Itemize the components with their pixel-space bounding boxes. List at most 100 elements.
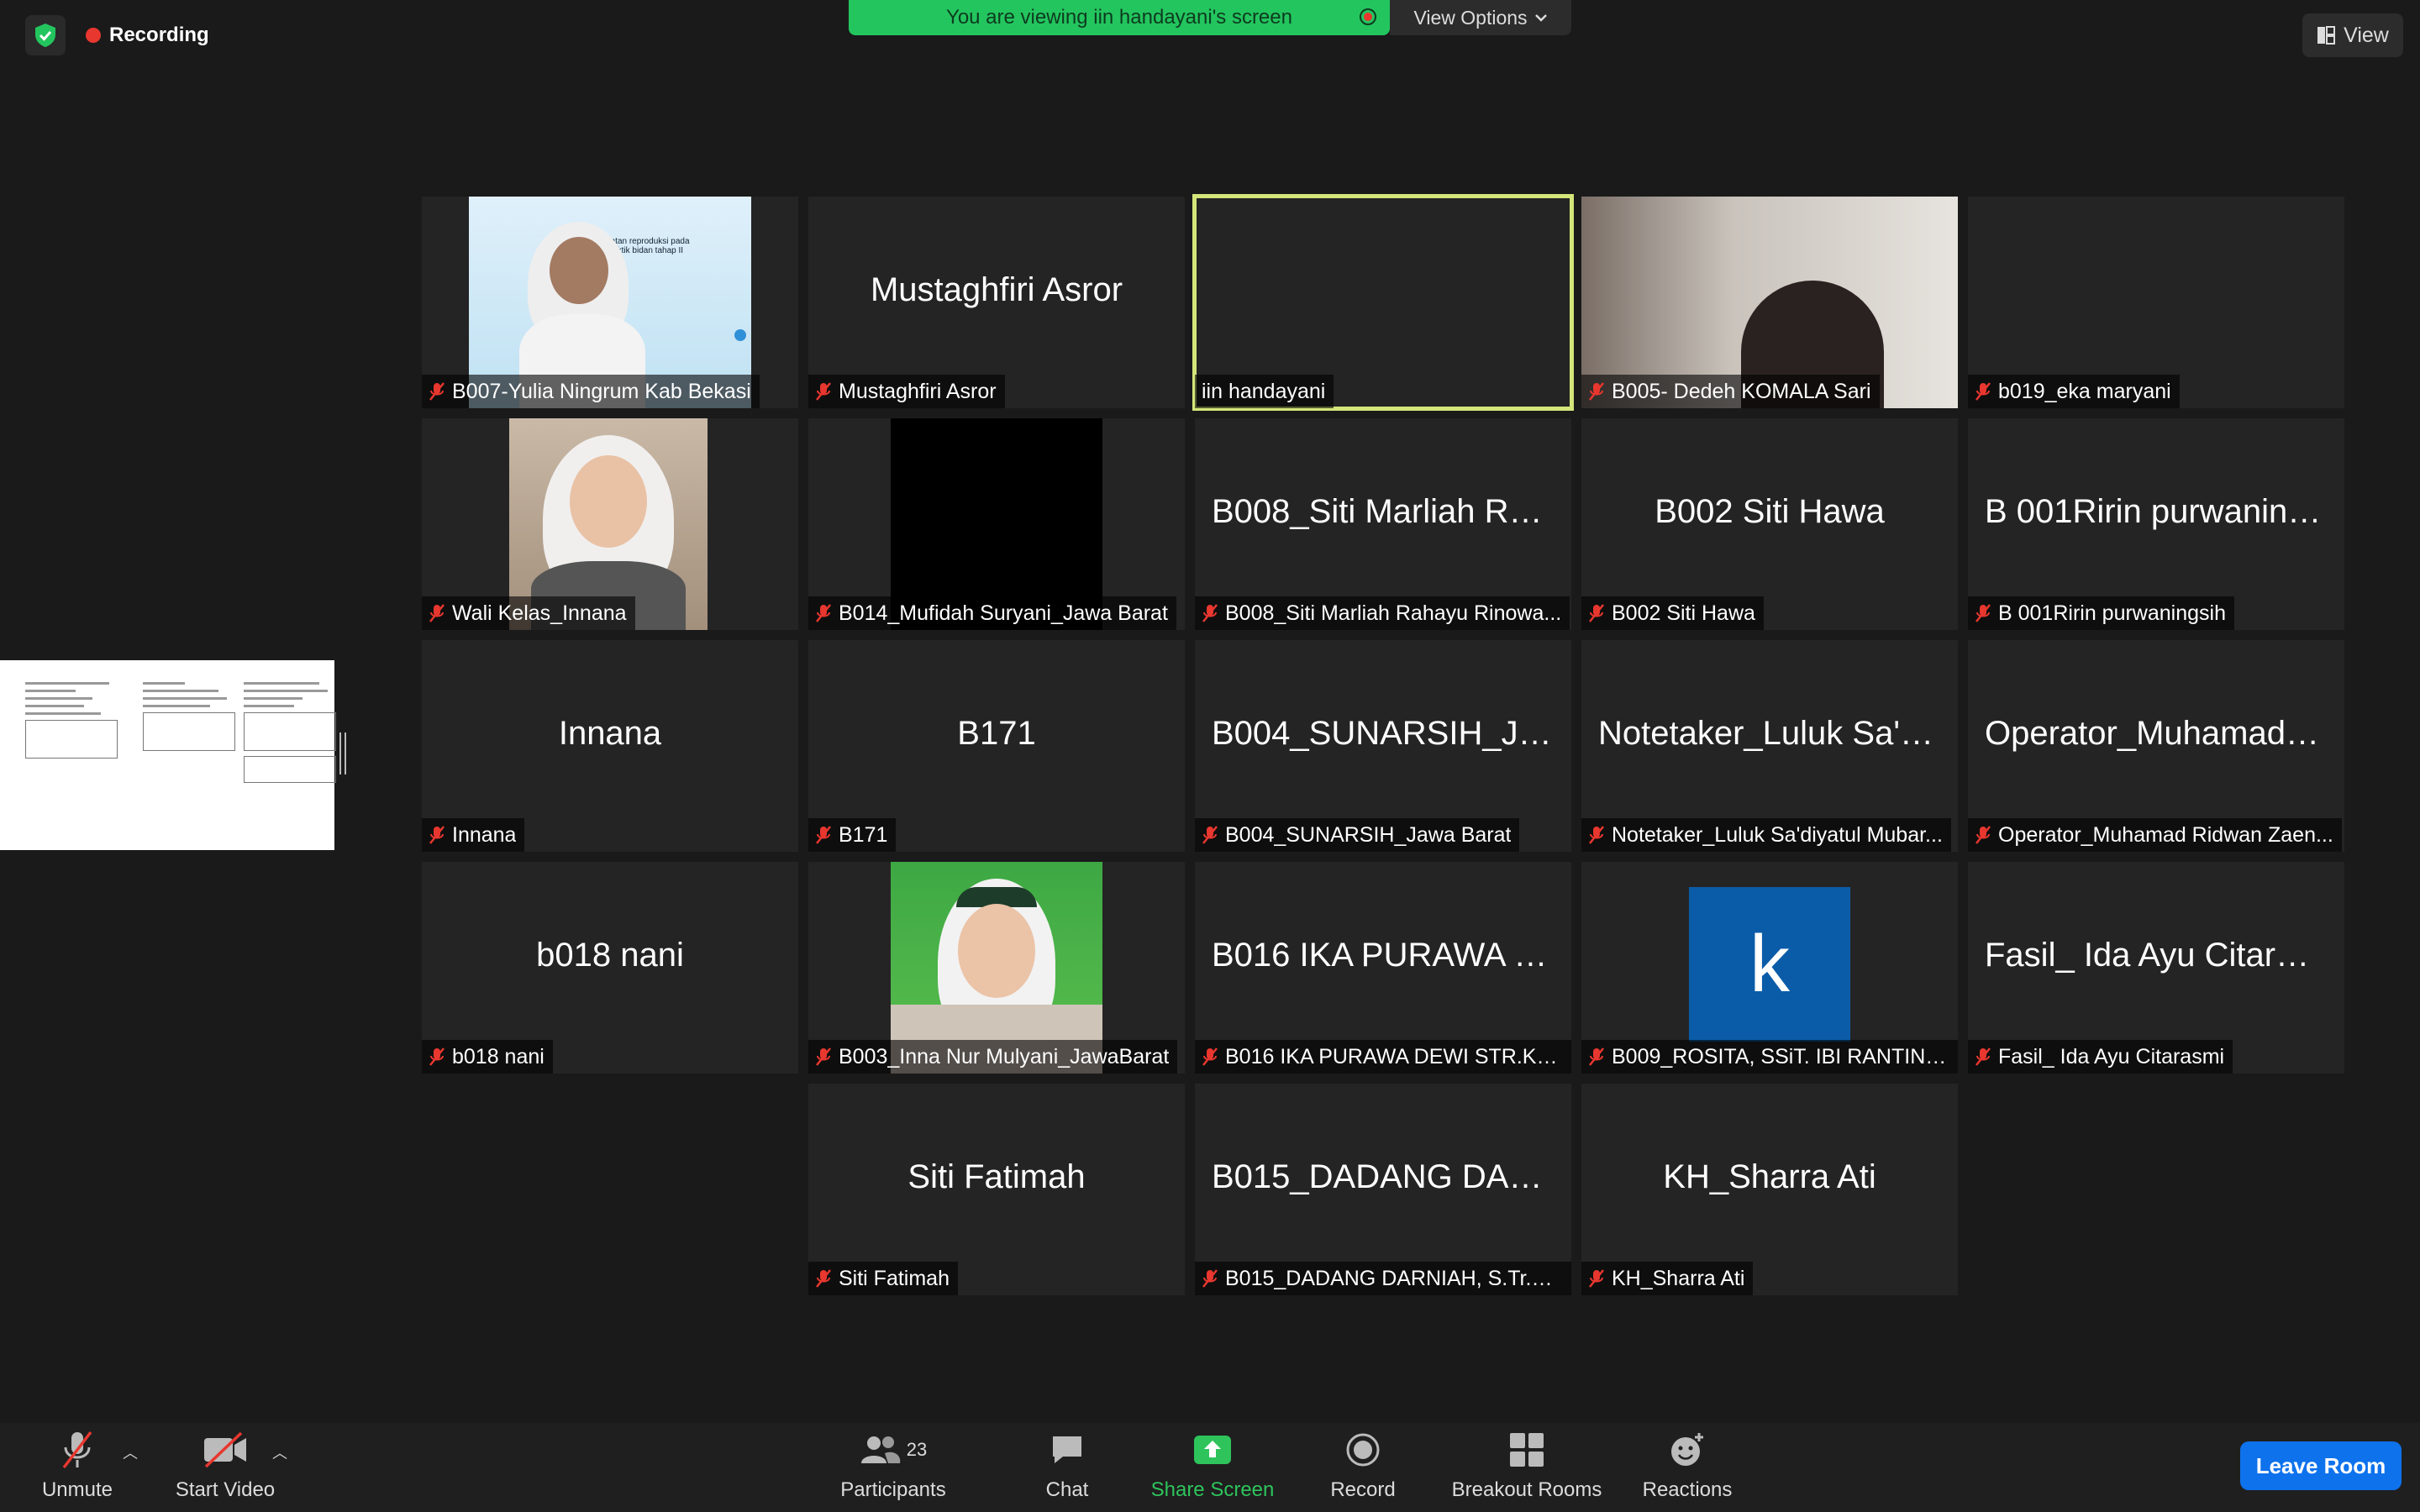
reactions-button[interactable]: Reactions <box>1637 1423 1738 1512</box>
chat-button[interactable]: Chat <box>1040 1423 1094 1512</box>
participant-label: B016 IKA PURAWA DEWI STR.KE... <box>1195 1040 1571 1074</box>
reactions-label: Reactions <box>1642 1478 1733 1501</box>
video-tile[interactable]: Mustaghfiri Asror Mustaghfiri Asror <box>808 197 1185 408</box>
participant-label: B008_Siti Marliah Rahayu Rinowa... <box>1195 596 1570 630</box>
muted-mic-icon <box>1589 1047 1604 1066</box>
video-tile-active-speaker[interactable]: iin handayani <box>1192 194 1574 411</box>
participant-label: B007-Yulia Ningrum Kab Bekasi <box>422 375 760 408</box>
meeting-toolbar: Unmute ︿ Start Video ︿ 23 Participants C… <box>0 1423 2420 1512</box>
muted-mic-icon <box>1202 1269 1218 1288</box>
participant-label: Wali Kelas_Innana <box>422 596 635 630</box>
breakout-rooms-icon <box>1508 1428 1545 1472</box>
participant-label: KH_Sharra Ati <box>1581 1262 1754 1295</box>
muted-mic-icon <box>1589 1269 1604 1288</box>
participant-label: Notetaker_Luluk Sa'diyatul Mubar... <box>1581 818 1951 852</box>
video-tile[interactable]: B005- Dedeh KOMALA Sari <box>1581 197 1958 408</box>
record-button[interactable]: Record <box>1326 1423 1400 1512</box>
slide-column <box>143 677 235 751</box>
participant-big-name: KH_Sharra Ati <box>1663 1158 1876 1195</box>
view-options-button[interactable]: View Options <box>1390 0 1571 35</box>
video-tile[interactable]: Fasil_ Ida Ayu Citarasmi Fasil_ Ida Ayu … <box>1968 862 2344 1074</box>
participant-label: Mustaghfiri Asror <box>808 375 1005 408</box>
video-tile[interactable]: Innana Innana <box>422 640 798 852</box>
muted-mic-icon <box>1202 826 1218 844</box>
screen-share-banner: You are viewing iin handayani's screen <box>849 0 1390 35</box>
audio-options-caret-icon[interactable]: ︿ <box>123 1441 138 1463</box>
video-tile[interactable]: k B009_ROSITA, SSiT. IBI RANTING... <box>1581 862 1958 1074</box>
video-tile[interactable]: B003_Inna Nur Mulyani_JawaBarat <box>808 862 1185 1074</box>
participant-label: B014_Mufidah Suryani_Jawa Barat <box>808 596 1176 630</box>
unmute-button[interactable]: Unmute <box>34 1423 121 1512</box>
participant-name: Mustaghfiri Asror <box>839 379 997 403</box>
participants-button[interactable]: 23 Participants <box>832 1423 955 1512</box>
participant-big-name: B002 Siti Hawa <box>1655 492 1885 530</box>
chat-icon <box>1050 1428 1085 1472</box>
video-options-caret-icon[interactable]: ︿ <box>272 1441 287 1463</box>
participant-name: B007-Yulia Ningrum Kab Bekasi <box>452 379 751 403</box>
participant-label: B171 <box>808 818 897 852</box>
muted-mic-icon <box>1589 826 1604 844</box>
video-tile[interactable]: b019_eka maryani <box>1968 197 2344 408</box>
thumbnail-resize-handle[interactable] <box>339 732 346 774</box>
slide-column <box>244 677 336 783</box>
video-tile[interactable]: Notetaker_Luluk Sa'di... Notetaker_Luluk… <box>1581 640 1958 852</box>
video-tile[interactable]: B016 IKA PURAWA D... B016 IKA PURAWA DEW… <box>1195 862 1571 1074</box>
shared-screen-thumbnail[interactable] <box>0 660 336 850</box>
video-off-icon <box>203 1428 248 1472</box>
participant-big-name: B015_DADANG DAR... <box>1212 1158 1555 1195</box>
stop-viewing-icon[interactable] <box>1360 8 1376 25</box>
participant-big-name: Fasil_ Ida Ayu Citarasmi <box>1985 936 2328 974</box>
video-tile[interactable]: B171 B171 <box>808 640 1185 852</box>
start-video-button[interactable]: Start Video <box>170 1423 281 1512</box>
grid-view-icon <box>2317 26 2336 45</box>
muted-mic-icon <box>816 1269 831 1288</box>
participants-icon-wrap: 23 <box>860 1428 927 1472</box>
participant-label: B004_SUNARSIH_Jawa Barat <box>1195 818 1520 852</box>
video-tile[interactable]: Siti Fatimah Siti Fatimah <box>808 1084 1185 1295</box>
muted-mic-icon <box>1589 604 1604 622</box>
participant-big-name: Siti Fatimah <box>908 1158 1086 1195</box>
video-tile[interactable]: Pelatihan kesehatan reproduksi pada pemb… <box>422 197 798 408</box>
muted-mic-icon <box>1589 382 1604 401</box>
participant-name: B016 IKA PURAWA DEWI STR.KE... <box>1225 1044 1563 1068</box>
reactions-icon <box>1669 1428 1706 1472</box>
video-tile[interactable]: Wali Kelas_Innana <box>422 418 798 630</box>
video-tile[interactable]: B014_Mufidah Suryani_Jawa Barat <box>808 418 1185 630</box>
participant-big-name: B 001Ririn purwaning... <box>1985 492 2328 530</box>
video-tile[interactable]: B 001Ririn purwaning... B 001Ririn purwa… <box>1968 418 2344 630</box>
view-button[interactable]: View <box>2302 13 2403 57</box>
participant-big-name: Operator_Muhamad R... <box>1985 714 2328 752</box>
video-tile[interactable]: Operator_Muhamad R... Operator_Muhamad R… <box>1968 640 2344 852</box>
breakout-rooms-button[interactable]: Breakout Rooms <box>1447 1423 1607 1512</box>
video-tile[interactable]: B008_Siti Marliah Ra... B008_Siti Marlia… <box>1195 418 1571 630</box>
participant-name: B005- Dedeh KOMALA Sari <box>1612 379 1871 403</box>
recording-indicator[interactable]: Recording <box>86 22 209 49</box>
participant-big-name: Notetaker_Luluk Sa'di... <box>1598 714 1941 752</box>
leave-room-button[interactable]: Leave Room <box>2240 1441 2402 1490</box>
muted-mic-icon <box>816 604 831 622</box>
video-tile[interactable]: B015_DADANG DAR... B015_DADANG DARNIAH, … <box>1195 1084 1571 1295</box>
participant-name: b019_eka maryani <box>1998 379 2171 403</box>
video-tile[interactable]: B004_SUNARSIH_Ja... B004_SUNARSIH_Jawa B… <box>1195 640 1571 852</box>
share-screen-label: Share Screen <box>1150 1478 1275 1501</box>
view-options-label: View Options <box>1413 6 1528 29</box>
participant-label: iin handayani <box>1195 375 1334 408</box>
security-shield-icon[interactable] <box>25 15 66 55</box>
participant-name: Wali Kelas_Innana <box>452 601 627 625</box>
recording-dot-icon <box>86 28 101 43</box>
video-tile[interactable]: b018 nani b018 nani <box>422 862 798 1074</box>
unmute-label: Unmute <box>41 1478 113 1501</box>
participant-name: B014_Mufidah Suryani_Jawa Barat <box>839 601 1168 625</box>
start-video-label: Start Video <box>175 1478 276 1501</box>
muted-mic-icon <box>1975 604 1991 622</box>
muted-mic-icon <box>816 1047 831 1066</box>
video-tile[interactable]: KH_Sharra Ati KH_Sharra Ati <box>1581 1084 1958 1295</box>
share-screen-button[interactable]: Share Screen <box>1148 1423 1277 1512</box>
participant-label: b019_eka maryani <box>1968 375 2180 408</box>
participant-big-name: Innana <box>558 714 662 752</box>
video-tile[interactable]: B002 Siti Hawa B002 Siti Hawa <box>1581 418 1958 630</box>
muted-mic-icon <box>1975 1047 1991 1066</box>
participant-label: Fasil_ Ida Ayu Citarasmi <box>1968 1040 2233 1074</box>
muted-mic-icon <box>429 382 445 401</box>
muted-mic-icon <box>429 826 445 844</box>
